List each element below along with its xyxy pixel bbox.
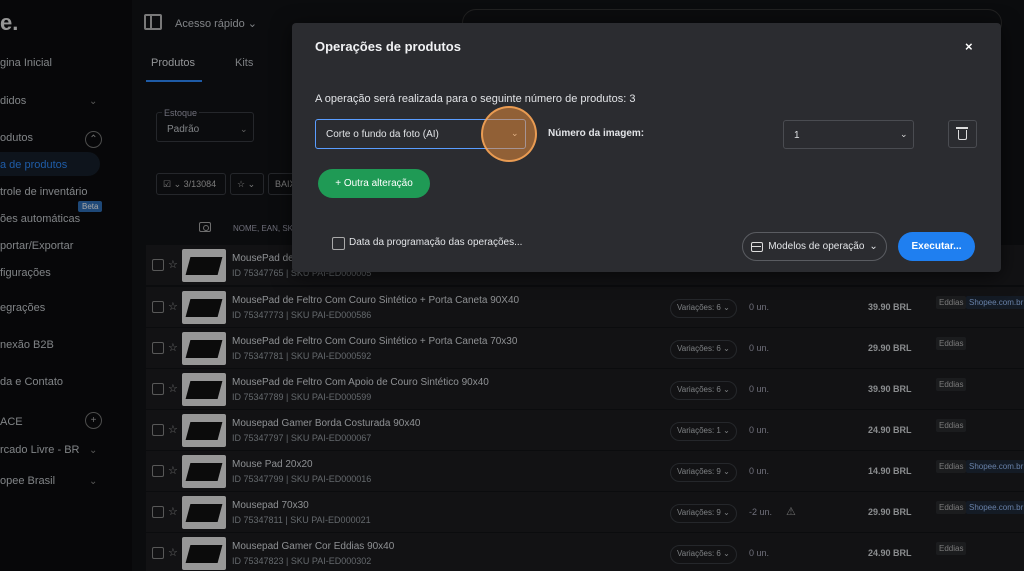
operation-models-button[interactable]: Modelos de operação ⌄: [742, 232, 887, 261]
trash-icon: [956, 127, 968, 140]
image-number-label: Número da imagem:: [548, 128, 645, 139]
product-operations-modal: Operações de produtos × A operação será …: [292, 23, 1001, 272]
schedule-label[interactable]: Data da programação das operações...: [349, 237, 522, 248]
modal-message: A operação será realizada para o seguint…: [315, 93, 636, 105]
add-operation-button[interactable]: + Outra alteração: [318, 169, 430, 198]
chevron-down-icon: ⌄: [900, 129, 908, 139]
image-number-select[interactable]: 1 ⌄: [783, 120, 914, 149]
execute-button[interactable]: Executar...: [898, 232, 975, 261]
delete-operation-button[interactable]: [948, 120, 977, 148]
close-icon[interactable]: ×: [965, 39, 973, 54]
image-number-value: 1: [794, 130, 800, 141]
table-icon: [751, 241, 764, 252]
schedule-checkbox[interactable]: [332, 237, 345, 250]
operation-select-value: Corte o fundo da foto (AI): [326, 129, 439, 140]
click-highlight-indicator: [481, 106, 537, 162]
modal-title: Operações de produtos: [315, 39, 461, 54]
chevron-down-icon: ⌄: [869, 241, 878, 252]
